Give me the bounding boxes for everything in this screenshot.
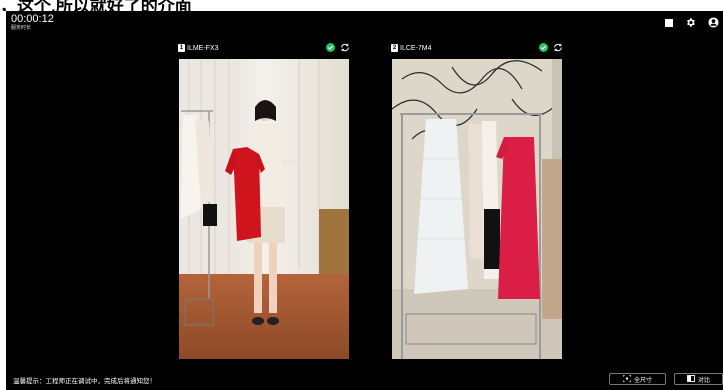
stop-icon[interactable] xyxy=(665,18,673,27)
compare-button[interactable]: 对比 xyxy=(674,373,723,385)
camera-2-name: ILCE-7M4 xyxy=(400,44,432,52)
session-time-label: 服务时长 xyxy=(11,25,32,31)
user-account-icon[interactable] xyxy=(708,17,719,28)
compare-icon xyxy=(687,374,695,384)
fullsize-label: 全尺寸 xyxy=(633,377,652,384)
camera-2-video[interactable] xyxy=(392,59,562,359)
switch-camera-icon[interactable] xyxy=(553,39,563,57)
check-circle-icon xyxy=(326,39,335,57)
switch-camera-icon[interactable] xyxy=(340,39,350,57)
compare-label: 对比 xyxy=(697,377,710,384)
camera-1-index: 1 xyxy=(178,44,185,52)
top-caption-strip: ，这个,所以就好了的介面 xyxy=(0,0,723,11)
camera-2-header: 2 ILCE-7M4 xyxy=(391,42,563,54)
session-timer: 00:00:12 服务时长 xyxy=(11,14,54,32)
top-caption: ，这个,所以就好了的介面 xyxy=(0,0,192,11)
live-session-window: 00:00:12 服务时长 1 ILME-FX3 2 ILCE-7M4 温馨提示… xyxy=(6,11,723,390)
top-toolbar xyxy=(665,17,719,28)
footer-tip: 温馨提示：工程师正在调试中，完成后将通知您！ xyxy=(13,378,156,385)
fullsize-icon xyxy=(622,374,632,384)
camera-2-index: 2 xyxy=(391,44,398,52)
session-time: 00:00:12 xyxy=(11,13,54,25)
camera-1-header: 1 ILME-FX3 xyxy=(178,42,350,54)
check-circle-icon xyxy=(539,39,548,57)
camera-1-video[interactable] xyxy=(179,59,349,359)
camera-1-name: ILME-FX3 xyxy=(187,44,219,52)
fullsize-button[interactable]: 全尺寸 xyxy=(609,373,666,385)
settings-gear-icon[interactable] xyxy=(685,17,696,28)
